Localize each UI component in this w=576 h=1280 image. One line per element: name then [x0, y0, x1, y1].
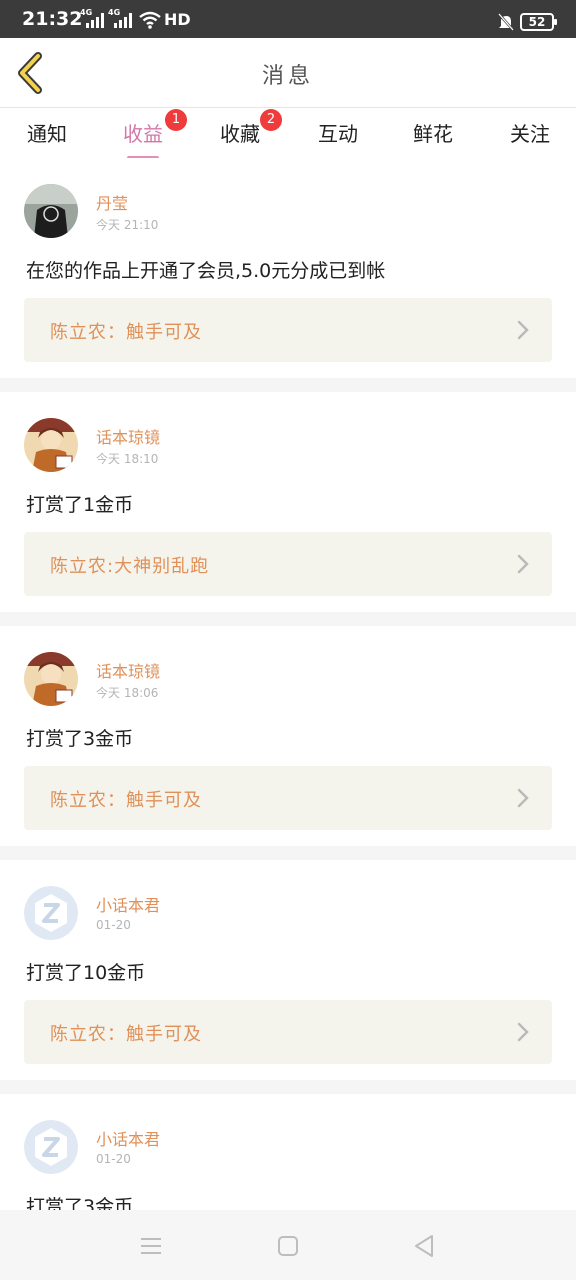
- avatar[interactable]: [24, 886, 78, 940]
- tab-flowers[interactable]: 鲜花: [403, 118, 463, 147]
- message-card: 话本琼镜 今天 18:10 打赏了1金币 陈立农:大神别乱跑: [0, 392, 576, 612]
- illustrated-avatar-icon: [24, 418, 78, 472]
- tab-interactions[interactable]: 互动: [308, 118, 368, 147]
- work-title: 陈立农：触手可及: [50, 1024, 202, 1045]
- header: 消息: [0, 38, 576, 108]
- message-card: 丹莹 今天 21:10 在您的作品上开通了会员,5.0元分成已到帐 陈立农：触手…: [0, 158, 576, 378]
- system-nav-bar: [0, 1210, 576, 1280]
- message-list: 丹莹 今天 21:10 在您的作品上开通了会员,5.0元分成已到帐 陈立农：触手…: [0, 158, 576, 1280]
- tab-bar: 通知 收益 1 收藏 2 互动 鲜花 关注: [0, 108, 576, 160]
- avatar[interactable]: [24, 418, 78, 472]
- tab-label: 鲜花: [413, 122, 453, 146]
- timestamp: 01-20: [96, 918, 131, 932]
- chevron-right-icon: [517, 320, 529, 340]
- work-title: 陈立农:大神别乱跑: [50, 556, 210, 577]
- divider: [0, 378, 576, 392]
- status-bar: 21:32 4G 4G HD 52: [0, 0, 576, 38]
- work-link[interactable]: 陈立农:大神别乱跑: [24, 532, 552, 596]
- avatar[interactable]: [24, 1120, 78, 1174]
- tab-label: 收益: [123, 122, 163, 146]
- work-link[interactable]: 陈立农：触手可及: [24, 1000, 552, 1064]
- tab-earnings[interactable]: 收益 1: [113, 109, 187, 160]
- tab-following[interactable]: 关注: [500, 118, 560, 147]
- message-text: 在您的作品上开通了会员,5.0元分成已到帐: [26, 260, 386, 282]
- chevron-right-icon: [517, 1022, 529, 1042]
- tab-label: 通知: [27, 122, 67, 146]
- work-title: 陈立农：触手可及: [50, 790, 202, 811]
- tab-notifications[interactable]: 通知: [17, 118, 77, 147]
- username[interactable]: 小话本君: [96, 1126, 160, 1150]
- divider: [0, 1080, 576, 1094]
- back-triangle-icon[interactable]: [410, 1232, 438, 1260]
- unread-badge: 2: [260, 109, 282, 131]
- tab-label: 互动: [318, 122, 358, 146]
- chevron-right-icon: [517, 788, 529, 808]
- dark-photo-avatar-icon: [24, 184, 78, 238]
- timestamp: 01-20: [96, 1152, 131, 1166]
- hd-indicator: HD: [164, 10, 191, 29]
- username[interactable]: 话本琼镜: [96, 424, 160, 448]
- timestamp: 今天 18:10: [96, 452, 159, 466]
- work-title: 陈立农：触手可及: [50, 322, 202, 343]
- message-text: 打赏了1金币: [26, 494, 134, 516]
- avatar[interactable]: [24, 184, 78, 238]
- wifi-icon: [139, 11, 161, 29]
- tab-label: 收藏: [220, 122, 260, 146]
- default-z-avatar-icon: [24, 1120, 78, 1174]
- work-link[interactable]: 陈立农：触手可及: [24, 766, 552, 830]
- default-z-avatar-icon: [24, 886, 78, 940]
- username[interactable]: 话本琼镜: [96, 658, 160, 682]
- divider: [0, 612, 576, 626]
- bell-muted-icon: [498, 13, 514, 31]
- illustrated-avatar-icon: [24, 652, 78, 706]
- status-time: 21:32: [22, 8, 83, 30]
- message-text: 打赏了3金币: [26, 728, 134, 750]
- tab-label: 关注: [510, 122, 550, 146]
- unread-badge: 1: [165, 109, 187, 131]
- message-card: 话本琼镜 今天 18:06 打赏了3金币 陈立农：触手可及: [0, 626, 576, 846]
- avatar[interactable]: [24, 652, 78, 706]
- work-link[interactable]: 陈立农：触手可及: [24, 298, 552, 362]
- battery-indicator: 52: [520, 13, 557, 31]
- timestamp: 今天 18:06: [96, 686, 159, 700]
- username[interactable]: 丹莹: [96, 190, 128, 214]
- menu-icon[interactable]: [137, 1232, 165, 1260]
- chevron-right-icon: [517, 554, 529, 574]
- timestamp: 今天 21:10: [96, 218, 159, 232]
- username[interactable]: 小话本君: [96, 892, 160, 916]
- message-card: 小话本君 01-20 打赏了10金币 陈立农：触手可及: [0, 860, 576, 1080]
- tab-favorites[interactable]: 收藏 2: [210, 109, 282, 147]
- home-icon[interactable]: [274, 1232, 302, 1260]
- page-title: 消息: [261, 64, 314, 89]
- message-text: 打赏了10金币: [26, 962, 146, 984]
- divider: [0, 846, 576, 860]
